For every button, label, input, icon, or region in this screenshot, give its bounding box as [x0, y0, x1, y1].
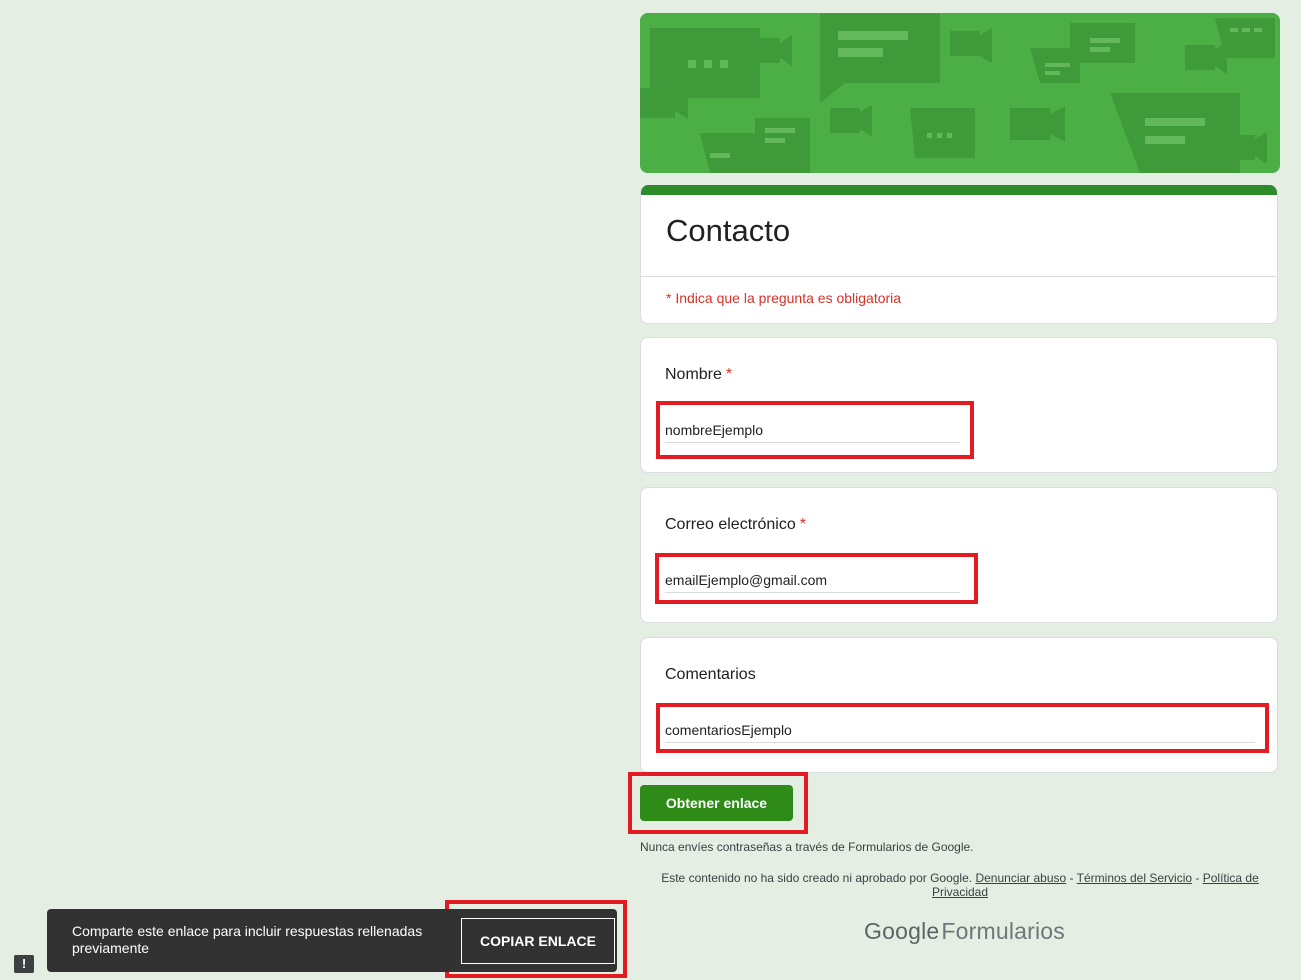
question-card-comentarios: Comentarios: [640, 637, 1278, 773]
feedback-icon[interactable]: !: [14, 955, 34, 973]
get-link-button[interactable]: Obtener enlace: [640, 785, 793, 821]
form-header-banner: [640, 13, 1280, 173]
question-card-correo: Correo electrónico *: [640, 487, 1278, 623]
password-warning: Nunca envíes contraseñas a través de For…: [640, 840, 974, 854]
title-accent-bar: [641, 185, 1277, 195]
question-label-text: Comentarios: [665, 666, 756, 683]
report-abuse-link[interactable]: Denunciar abuso: [975, 871, 1066, 885]
separator: -: [1195, 871, 1200, 885]
brand-google: Google: [864, 918, 940, 944]
chat-bubble-icon: [640, 13, 1280, 173]
form-title: Contacto: [666, 213, 791, 248]
snackbar-message: Comparte este enlace para incluir respue…: [72, 923, 423, 956]
google-forms-logo[interactable]: GoogleFormularios: [864, 918, 1065, 945]
question-label: Correo electrónico *: [665, 516, 806, 534]
copy-link-button[interactable]: COPIAR ENLACE: [461, 918, 615, 964]
brand-forms: Formularios: [941, 918, 1065, 944]
question-label-text: Nombre: [665, 366, 722, 383]
comentarios-input[interactable]: [665, 718, 1255, 743]
question-label: Comentarios: [665, 666, 756, 684]
required-asterisk: *: [799, 516, 806, 533]
nombre-input[interactable]: [665, 418, 960, 443]
question-label-text: Correo electrónico: [665, 516, 796, 533]
legal-footer: Este contenido no ha sido creado ni apro…: [660, 871, 1260, 899]
question-label: Nombre *: [665, 366, 732, 384]
form-title-card: Contacto * Indica que la pregunta es obl…: [640, 185, 1278, 324]
question-card-nombre: Nombre *: [640, 337, 1278, 473]
required-note: * Indica que la pregunta es obligatoria: [666, 290, 902, 306]
terms-link[interactable]: Términos del Servicio: [1077, 871, 1192, 885]
email-input[interactable]: [665, 568, 960, 593]
separator: -: [1069, 871, 1074, 885]
disclaimer-text: Este contenido no ha sido creado ni apro…: [661, 871, 973, 885]
title-divider: [641, 276, 1277, 277]
required-asterisk: *: [725, 366, 733, 383]
snackbar: Comparte este enlace para incluir respue…: [47, 909, 617, 972]
